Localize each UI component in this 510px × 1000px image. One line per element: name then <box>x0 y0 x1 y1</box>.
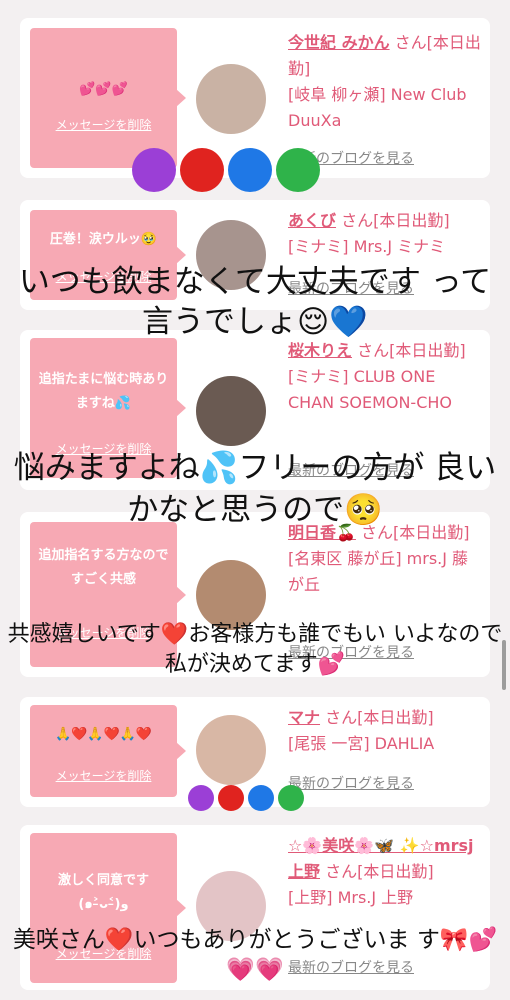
cast-name-link[interactable]: あくび <box>288 211 336 230</box>
avatar[interactable] <box>196 64 266 134</box>
cast-name-link[interactable]: 桜木りえ <box>288 341 352 360</box>
bubble-message: 激しく同意です (๑˃̵ᴗ˂̵)و <box>57 873 149 912</box>
heart-emoji-row <box>188 785 308 815</box>
delete-message-link[interactable]: メッセージを削除 <box>30 767 177 784</box>
avatar[interactable] <box>196 715 266 785</box>
overlay-caption: 美咲さん❤️いつもありがとうございま す🎀💕💗💗 <box>12 927 498 983</box>
attendance-status: さん[本日出勤] <box>357 341 466 360</box>
purple-heart-icon <box>188 785 214 811</box>
blue-heart-icon <box>248 785 274 811</box>
green-heart-icon <box>278 785 304 811</box>
bubble-message: 追加指名する方なのですごく共感 <box>38 548 169 587</box>
overlay-caption: 共感嬉しいです❤️お客様方も誰でもい いよなので私が決めてます💕 <box>7 622 503 677</box>
overlay-caption: 悩みますよね💦フリーの方が 良いかなと思うので🥺 <box>13 450 497 528</box>
bubble-message: 圧巻！涙ウルッ🥹 <box>49 232 158 247</box>
attendance-status: さん[本日出勤] <box>325 862 434 881</box>
shop-name: [岐阜 柳ヶ瀬] New Club DuuXa <box>288 85 467 130</box>
shop-name: [ミナミ] Mrs.J ミナミ <box>288 237 446 256</box>
blue-heart-icon <box>228 148 272 192</box>
attendance-status: さん[本日出勤] <box>325 708 434 727</box>
green-heart-icon <box>276 148 320 192</box>
message-bubble: 🙏❤️🙏❤️🙏❤️ メッセージを削除 <box>30 705 186 797</box>
heart-emoji-row <box>132 148 324 196</box>
purple-heart-icon <box>132 148 176 192</box>
avatar[interactable] <box>196 376 266 446</box>
bubble-message: 追指たまに悩む時ありますね💦 <box>38 372 169 411</box>
bubble-message: 💕💕💕 <box>79 82 128 97</box>
shop-name: [名東区 藤が丘] mrs.J 藤が丘 <box>288 549 469 594</box>
overlay-caption: いつも飲まなくて大丈夫です って言うでしょ😌💙 <box>18 264 492 340</box>
shop-name: [ミナミ] CLUB ONE CHAN SOEMON-CHO <box>288 367 452 412</box>
attendance-status: さん[本日出勤] <box>341 211 450 230</box>
cast-name-link[interactable]: マナ <box>288 708 320 727</box>
red-heart-icon <box>218 785 244 811</box>
message-bubble: 💕💕💕 メッセージを削除 <box>30 28 186 168</box>
shop-name: [尾張 一宮] DAHLIA <box>288 734 435 753</box>
red-heart-icon <box>180 148 224 192</box>
shop-name: [上野] Mrs.J 上野 <box>288 888 414 907</box>
bubble-message: 🙏❤️🙏❤️🙏❤️ <box>54 727 153 742</box>
cast-name-link[interactable]: 今世紀 みかん <box>288 33 390 52</box>
delete-message-link[interactable]: メッセージを削除 <box>30 116 177 133</box>
